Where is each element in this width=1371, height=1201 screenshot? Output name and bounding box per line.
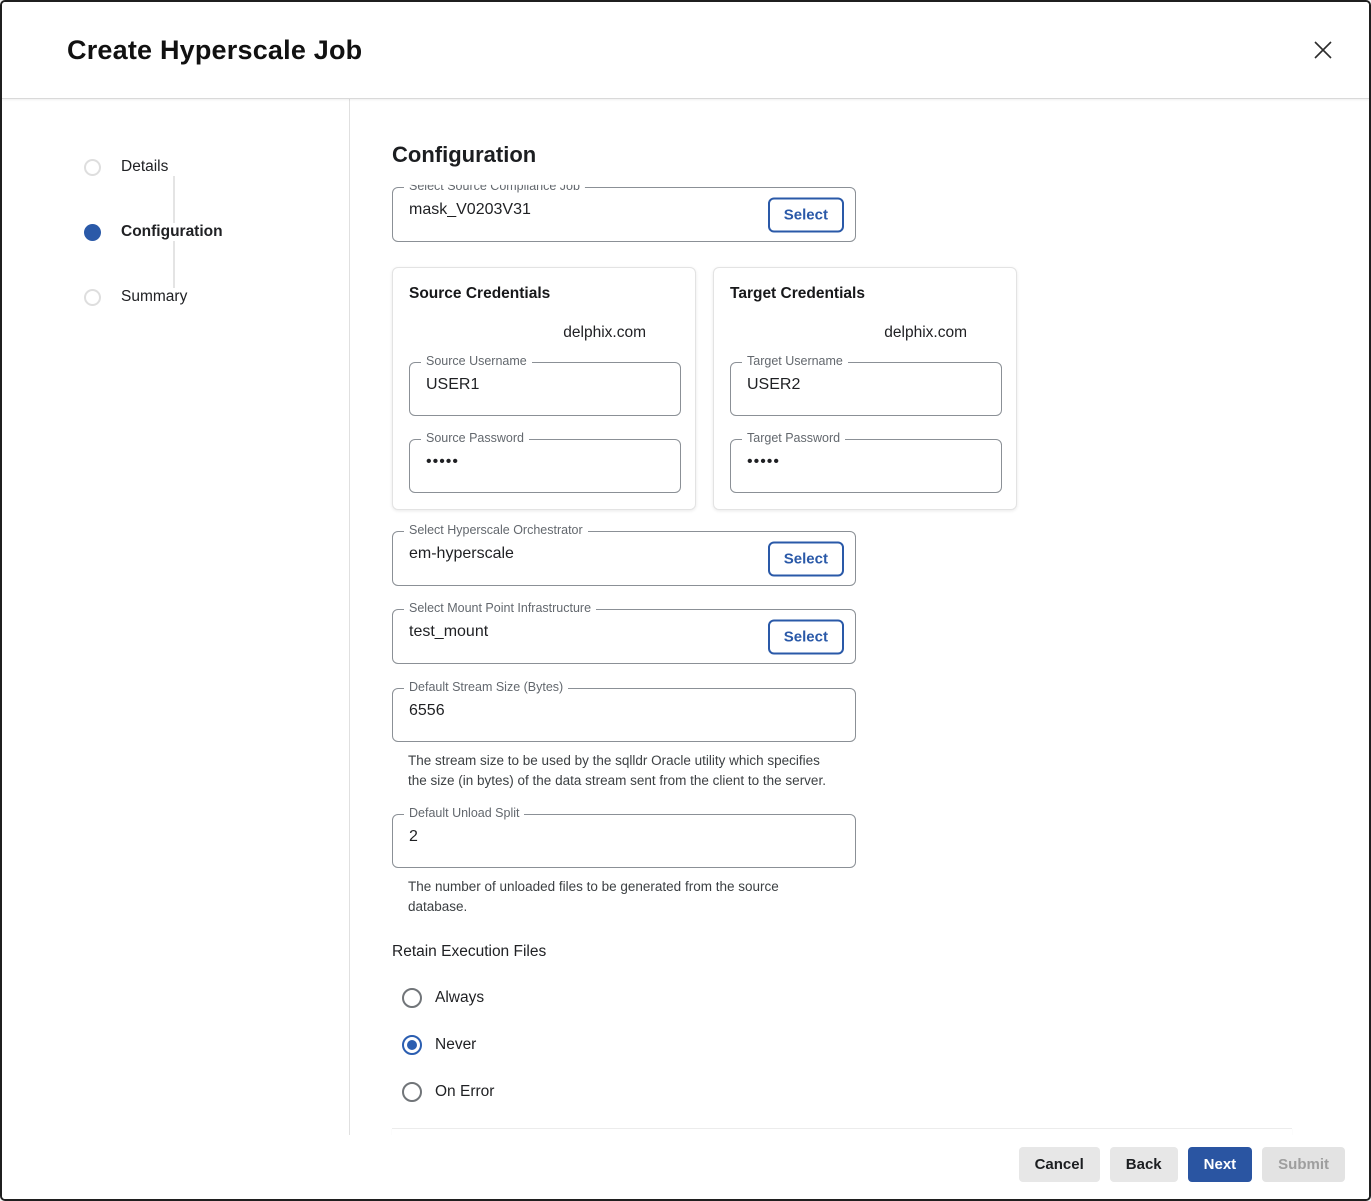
step-circle-icon [84,159,101,176]
mount-point-label: Select Mount Point Infrastructure [404,601,596,615]
step-details[interactable]: Details [84,158,349,176]
target-username-label: Target Username [742,354,848,368]
target-domain: delphix.com [730,324,1000,342]
source-domain: delphix.com [409,324,679,342]
stepper-connector [173,176,175,223]
step-summary[interactable]: Summary [84,288,349,306]
radio-icon [402,988,422,1008]
step-label: Configuration [121,223,223,241]
unload-split-label: Default Unload Split [404,806,524,820]
stream-size-label: Default Stream Size (Bytes) [404,680,568,694]
submit-button[interactable]: Submit [1262,1147,1345,1182]
compliance-job-label: Select Source Compliance Job [404,179,585,193]
orchestrator-field[interactable]: Select Hyperscale Orchestrator em-hypers… [392,531,856,586]
radio-label: Never [435,1036,476,1054]
compliance-job-field[interactable]: Select Source Compliance Job mask_V0203V… [392,187,856,242]
step-configuration[interactable]: Configuration [84,223,349,241]
radio-on-error[interactable]: On Error [402,1082,1369,1102]
dialog-body: Details Configuration Summary Configurat… [2,99,1369,1135]
mount-point-select-button[interactable]: Select [768,619,844,654]
unload-split-helper-text: The number of unloaded files to be gener… [408,877,836,917]
compliance-job-select-button[interactable]: Select [768,197,844,232]
step-circle-active-icon [84,224,101,241]
next-button[interactable]: Next [1188,1147,1253,1182]
close-button[interactable] [1305,32,1341,68]
stream-size-helper-text: The stream size to be used by the sqlldr… [408,751,836,791]
orchestrator-label: Select Hyperscale Orchestrator [404,523,588,537]
source-credentials-title: Source Credentials [409,285,679,303]
source-credentials-card: Source Credentials delphix.com Source Us… [392,267,696,510]
dialog-title: Create Hyperscale Job [67,35,362,66]
target-credentials-card: Target Credentials delphix.com Target Us… [713,267,1017,510]
source-password-field[interactable]: Source Password ••••• [409,439,681,493]
radio-label: Always [435,989,484,1007]
target-username-field[interactable]: Target Username USER2 [730,362,1002,416]
radio-icon [402,1082,422,1102]
step-circle-icon [84,289,101,306]
close-icon [1310,37,1336,63]
source-username-field[interactable]: Source Username USER1 [409,362,681,416]
stepper-connector [173,241,175,288]
mount-point-field[interactable]: Select Mount Point Infrastructure test_m… [392,609,856,664]
back-button[interactable]: Back [1110,1147,1178,1182]
target-credentials-title: Target Credentials [730,285,1000,303]
page-title: Configuration [392,142,1369,168]
retain-execution-files-label: Retain Execution Files [392,943,1369,961]
radio-label: On Error [435,1083,494,1101]
orchestrator-select-button[interactable]: Select [768,541,844,576]
advanced-configuration-accordion[interactable]: Advanced Configuration [392,1128,1292,1135]
dialog-footer: Cancel Back Next Submit [2,1135,1369,1199]
source-password-label: Source Password [421,431,529,445]
target-password-field[interactable]: Target Password ••••• [730,439,1002,493]
source-username-label: Source Username [421,354,532,368]
radio-selected-icon [402,1035,422,1055]
step-label: Details [121,158,168,176]
step-label: Summary [121,288,187,306]
unload-split-field[interactable]: Default Unload Split 2 [392,814,856,868]
dialog-header: Create Hyperscale Job [2,2,1369,99]
radio-always[interactable]: Always [402,988,1369,1008]
create-hyperscale-job-dialog: Create Hyperscale Job Details Configurat… [0,0,1371,1201]
radio-never[interactable]: Never [402,1035,1369,1055]
wizard-stepper: Details Configuration Summary [2,99,350,1135]
stream-size-field[interactable]: Default Stream Size (Bytes) 6556 [392,688,856,742]
target-password-label: Target Password [742,431,845,445]
configuration-form: Configuration Select Source Compliance J… [350,99,1369,1135]
credentials-section: Source Credentials delphix.com Source Us… [392,267,1369,510]
cancel-button[interactable]: Cancel [1019,1147,1100,1182]
